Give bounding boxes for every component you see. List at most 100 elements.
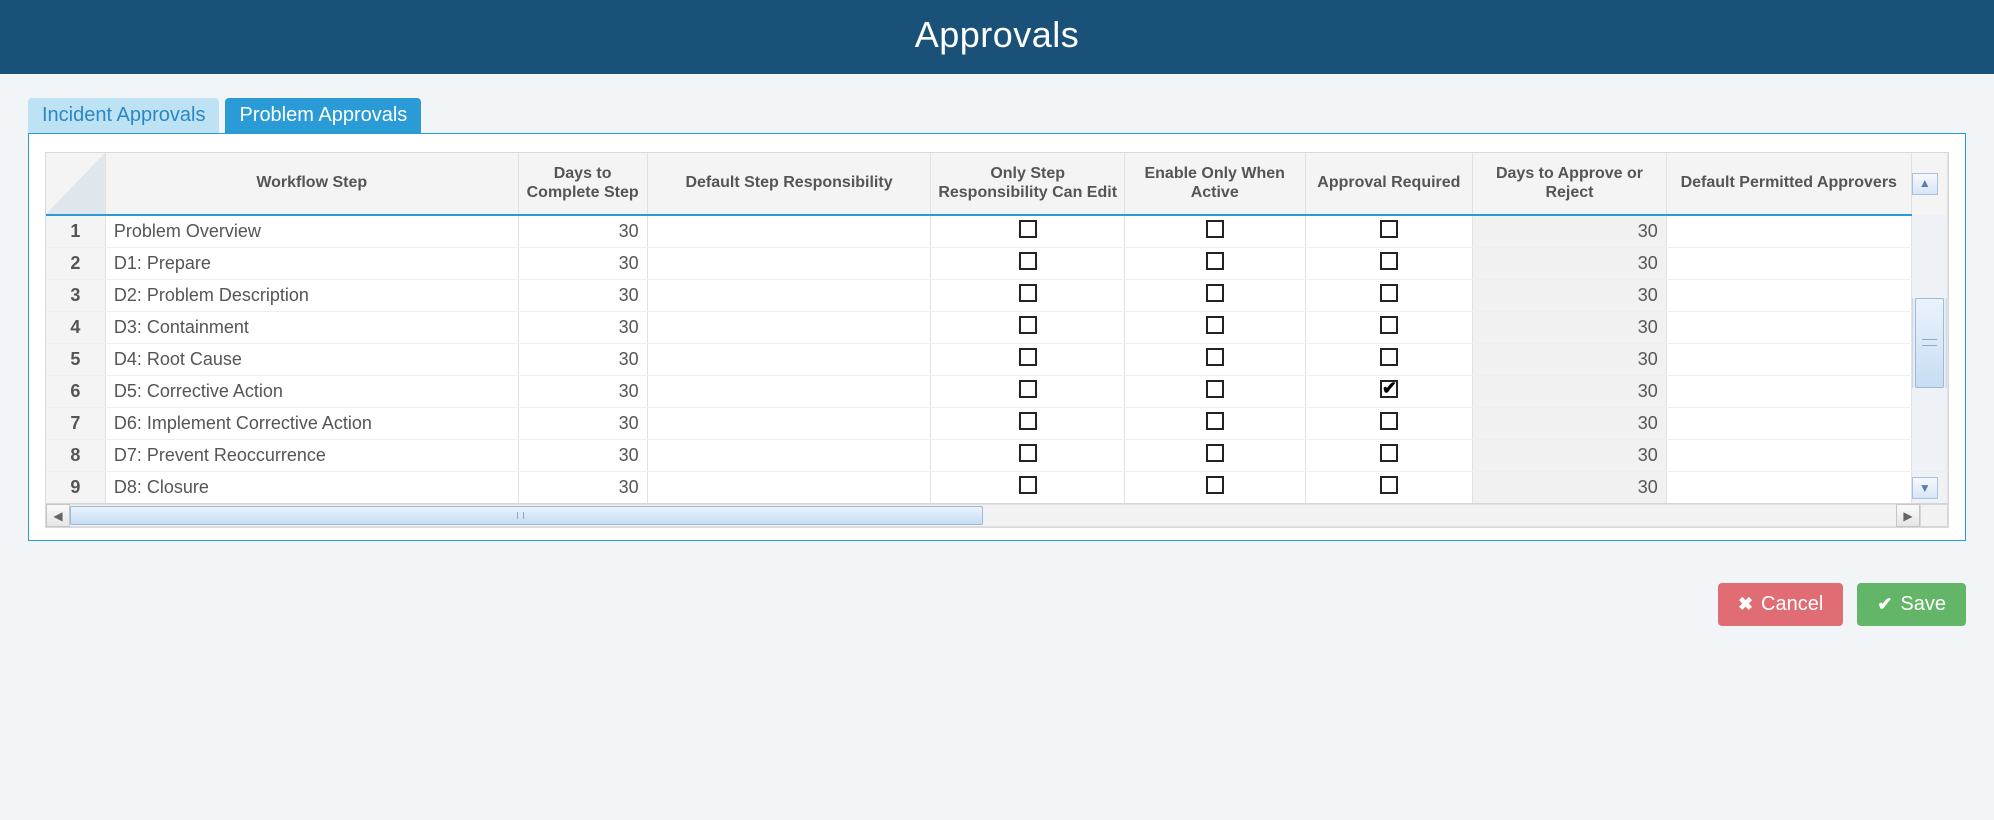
cell-days-approve[interactable]: 30 (1473, 376, 1667, 408)
col-permitted-approvers[interactable]: Default Permitted Approvers (1666, 153, 1911, 215)
cell-days-complete[interactable]: 30 (518, 280, 647, 312)
cell-days-complete[interactable]: 30 (518, 472, 647, 504)
cell-permitted-approvers[interactable] (1666, 344, 1911, 376)
scroll-left-button[interactable]: ◀ (46, 504, 70, 527)
table-row[interactable]: 8D7: Prevent Reoccurrence3030 (46, 440, 1948, 472)
checkbox-enable-active[interactable] (1206, 444, 1224, 462)
cell-days-approve[interactable]: 30 (1473, 344, 1667, 376)
cell-workflow-step[interactable]: D3: Containment (105, 312, 518, 344)
cell-workflow-step[interactable]: D5: Corrective Action (105, 376, 518, 408)
checkbox-enable-active[interactable] (1206, 348, 1224, 366)
checkbox-only-resp-edit[interactable] (1019, 316, 1037, 334)
tab-problem-approvals[interactable]: Problem Approvals (225, 98, 421, 133)
table-row[interactable]: 3D2: Problem Description3030 (46, 280, 1948, 312)
checkbox-only-resp-edit[interactable] (1019, 348, 1037, 366)
cell-permitted-approvers[interactable] (1666, 248, 1911, 280)
table-row[interactable]: 7D6: Implement Corrective Action3030 (46, 408, 1948, 440)
checkbox-approval-required[interactable] (1380, 220, 1398, 238)
table-row[interactable]: 4D3: Containment3030 (46, 312, 1948, 344)
hscroll-track[interactable] (70, 504, 1896, 527)
scroll-right-button[interactable]: ▶ (1896, 504, 1920, 527)
cell-default-resp[interactable] (647, 312, 931, 344)
cell-workflow-step[interactable]: D2: Problem Description (105, 280, 518, 312)
checkbox-approval-required[interactable] (1380, 284, 1398, 302)
table-row[interactable]: 5D4: Root Cause3030 (46, 344, 1948, 376)
table-row[interactable]: 1Problem Overview3030 (46, 215, 1948, 248)
col-approval-required[interactable]: Approval Required (1305, 153, 1473, 215)
cell-days-complete[interactable]: 30 (518, 344, 647, 376)
checkbox-enable-active[interactable] (1206, 380, 1224, 398)
save-button[interactable]: ✔ Save (1857, 583, 1966, 626)
checkbox-enable-active[interactable] (1206, 284, 1224, 302)
checkbox-approval-required[interactable] (1380, 476, 1398, 494)
cell-days-complete[interactable]: 30 (518, 312, 647, 344)
scroll-down-button[interactable]: ▼ (1912, 477, 1938, 499)
cell-permitted-approvers[interactable] (1666, 215, 1911, 248)
checkbox-only-resp-edit[interactable] (1019, 444, 1037, 462)
tab-incident-approvals[interactable]: Incident Approvals (28, 98, 219, 133)
hscroll-thumb[interactable] (70, 506, 983, 525)
cell-workflow-step[interactable]: D4: Root Cause (105, 344, 518, 376)
checkbox-approval-required[interactable] (1380, 252, 1398, 270)
cell-days-approve[interactable]: 30 (1473, 312, 1667, 344)
checkbox-only-resp-edit[interactable] (1019, 252, 1037, 270)
col-days-approve[interactable]: Days to Approve or Reject (1473, 153, 1667, 215)
cell-permitted-approvers[interactable] (1666, 472, 1911, 504)
vscroll-thumb[interactable] (1915, 298, 1944, 388)
checkbox-approval-required[interactable] (1380, 316, 1398, 334)
checkbox-only-resp-edit[interactable] (1019, 380, 1037, 398)
cell-days-complete[interactable]: 30 (518, 376, 647, 408)
cell-permitted-approvers[interactable] (1666, 408, 1911, 440)
cell-days-approve[interactable]: 30 (1473, 215, 1667, 248)
checkbox-approval-required[interactable] (1380, 380, 1398, 398)
cell-workflow-step[interactable]: D8: Closure (105, 472, 518, 504)
cell-days-approve[interactable]: 30 (1473, 408, 1667, 440)
checkbox-approval-required[interactable] (1380, 412, 1398, 430)
cell-days-approve[interactable]: 30 (1473, 280, 1667, 312)
cell-workflow-step[interactable]: D1: Prepare (105, 248, 518, 280)
checkbox-only-resp-edit[interactable] (1019, 412, 1037, 430)
cell-default-resp[interactable] (647, 376, 931, 408)
checkbox-enable-active[interactable] (1206, 252, 1224, 270)
cell-default-resp[interactable] (647, 215, 931, 248)
cell-default-resp[interactable] (647, 344, 931, 376)
cell-days-complete[interactable]: 30 (518, 248, 647, 280)
cell-workflow-step[interactable]: D7: Prevent Reoccurrence (105, 440, 518, 472)
cell-permitted-approvers[interactable] (1666, 312, 1911, 344)
checkbox-approval-required[interactable] (1380, 348, 1398, 366)
checkbox-enable-active[interactable] (1206, 476, 1224, 494)
cell-permitted-approvers[interactable] (1666, 440, 1911, 472)
cell-days-complete[interactable]: 30 (518, 408, 647, 440)
cell-permitted-approvers[interactable] (1666, 376, 1911, 408)
checkbox-enable-active[interactable] (1206, 412, 1224, 430)
cell-default-resp[interactable] (647, 280, 931, 312)
cell-days-complete[interactable]: 30 (518, 440, 647, 472)
vscroll-track[interactable] (1912, 298, 1947, 388)
col-workflow-step[interactable]: Workflow Step (105, 153, 518, 215)
col-enable-active[interactable]: Enable Only When Active (1124, 153, 1305, 215)
cell-default-resp[interactable] (647, 472, 931, 504)
cell-default-resp[interactable] (647, 248, 931, 280)
cell-days-approve[interactable]: 30 (1473, 440, 1667, 472)
cell-default-resp[interactable] (647, 440, 931, 472)
table-row[interactable]: 6D5: Corrective Action3030 (46, 376, 1948, 408)
table-row[interactable]: 9D8: Closure3030▼ (46, 472, 1948, 504)
cell-permitted-approvers[interactable] (1666, 280, 1911, 312)
cell-workflow-step[interactable]: Problem Overview (105, 215, 518, 248)
checkbox-only-resp-edit[interactable] (1019, 476, 1037, 494)
table-row[interactable]: 2D1: Prepare3030 (46, 248, 1948, 280)
checkbox-only-resp-edit[interactable] (1019, 284, 1037, 302)
checkbox-enable-active[interactable] (1206, 220, 1224, 238)
cell-days-complete[interactable]: 30 (518, 215, 647, 248)
col-only-resp-edit[interactable]: Only Step Responsibility Can Edit (931, 153, 1125, 215)
col-default-resp[interactable]: Default Step Responsibility (647, 153, 931, 215)
cell-default-resp[interactable] (647, 408, 931, 440)
cell-days-approve[interactable]: 30 (1473, 248, 1667, 280)
scroll-up-button[interactable]: ▲ (1912, 173, 1938, 195)
cell-workflow-step[interactable]: D6: Implement Corrective Action (105, 408, 518, 440)
col-days-complete[interactable]: Days to Complete Step (518, 153, 647, 215)
checkbox-approval-required[interactable] (1380, 444, 1398, 462)
cancel-button[interactable]: ✖ Cancel (1718, 583, 1843, 626)
cell-days-approve[interactable]: 30 (1473, 472, 1667, 504)
checkbox-only-resp-edit[interactable] (1019, 220, 1037, 238)
